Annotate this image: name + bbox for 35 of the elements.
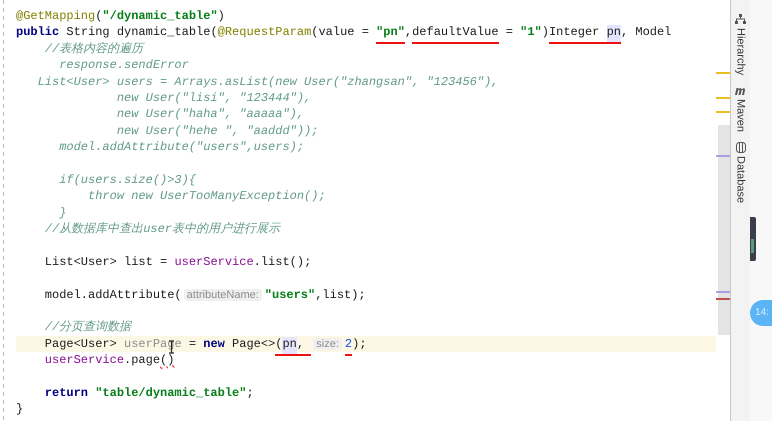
code-line: return "table/dynamic_table";: [44, 384, 255, 402]
code-line: model.addAttribute("users",users);: [58, 139, 306, 156]
info-stripe-mark: [716, 291, 730, 293]
tool-window-button[interactable]: Maven: [734, 85, 748, 132]
code-line: //表格内容的遍历: [44, 40, 146, 58]
time-badge: 14:: [750, 300, 772, 326]
code-line: public String dynamic_table(@RequestParam(value = "pn",defaultValue = "1")Integer pn, Model: [16, 24, 716, 41]
hierarchy-icon: [735, 14, 746, 25]
code-line: throw new UserTooManyException();: [87, 188, 327, 205]
warning-stripe-mark: [716, 97, 730, 99]
code-line: model.addAttribute( attributeName: "users",list);: [44, 286, 367, 304]
code-line: List<User> list = userService.list();: [44, 254, 312, 270]
code-line: userService.page(): [44, 352, 176, 369]
code-line: new User("lisi", "123444"),: [116, 90, 312, 106]
error-stripe-mark: [716, 298, 730, 300]
code-editor[interactable]: [0, 0, 730, 421]
code-line: List<User> users = Arrays.asList(new User("zhangsan", "123456"),: [36, 74, 500, 90]
code-line: response.sendError: [58, 57, 190, 74]
level-meter-widget: [750, 217, 756, 261]
code-line: }: [58, 204, 68, 222]
maven-m-icon: [734, 85, 748, 96]
scrollbar-thumb[interactable]: [718, 125, 730, 335]
code-line: //分页查询数据: [44, 319, 134, 336]
tool-window-button[interactable]: Hierarchy: [734, 14, 746, 76]
warning-stripe-mark: [716, 72, 730, 74]
database-icon: [736, 142, 746, 154]
code-line: //从数据库中查出user表中的用户进行展示: [44, 221, 282, 238]
info-stripe-mark: [716, 155, 730, 157]
code-line: @GetMapping("/dynamic_table"): [16, 8, 226, 24]
tool-window-button[interactable]: Database: [734, 142, 746, 204]
warning-stripe-mark: [716, 111, 730, 113]
code-line: if(users.size()>3){: [58, 172, 198, 188]
code-line: new User("haha", "aaaaa"),: [116, 106, 306, 123]
code-line: }: [16, 401, 24, 418]
code-line: new User("hehe ", "aaddd"));: [116, 122, 320, 140]
